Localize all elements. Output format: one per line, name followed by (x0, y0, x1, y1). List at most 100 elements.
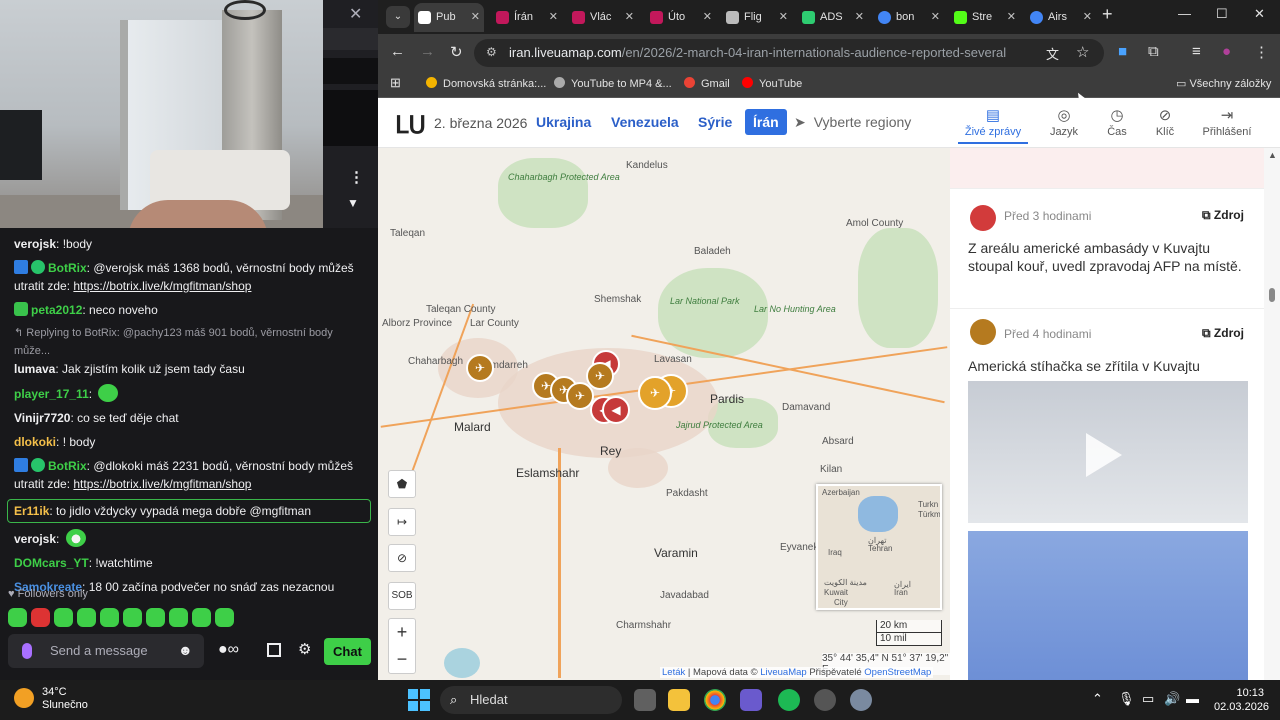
chat-username[interactable]: Vinijr7720 (14, 411, 70, 425)
tab[interactable]: Airs ✕ (1026, 3, 1096, 32)
source-link[interactable]: ⧉ Zdroj (1202, 326, 1244, 341)
close-tab-icon[interactable]: ✕ (471, 3, 480, 32)
tab-live-news[interactable]: ▤ Živé zprávy (958, 106, 1028, 144)
chat-username[interactable]: dlokoki (14, 435, 56, 449)
reply-context[interactable]: ↰ Replying to BotRix: @pachy123 máš 901 … (0, 322, 378, 360)
bookmark[interactable]: YouTube (742, 77, 802, 90)
tab[interactable]: Pub ✕ (414, 3, 484, 32)
close-tab-icon[interactable]: ✕ (855, 3, 864, 32)
emote-icon[interactable] (8, 608, 27, 627)
select-regions[interactable]: ➤ Vyberte regiony (794, 114, 911, 131)
tab-key[interactable]: ⊘ Klíč (1130, 106, 1200, 138)
source-link[interactable]: ⧉ Zdroj (1202, 208, 1244, 223)
close-tab-icon[interactable]: ✕ (549, 3, 558, 32)
chat-username[interactable]: DOMcars_YT (14, 556, 89, 570)
extensions-puzzle-icon[interactable]: ⧉ (1148, 43, 1159, 60)
forward-icon[interactable]: → (420, 43, 435, 60)
event-marker-icon[interactable]: ✈ (466, 354, 494, 382)
news-image[interactable] (968, 531, 1248, 680)
task-view-icon[interactable] (634, 689, 656, 711)
scrollbar-thumb[interactable] (1269, 288, 1275, 302)
clock[interactable]: 10:13 02.03.2026 (1214, 686, 1269, 714)
region-iran[interactable]: Írán (745, 109, 787, 135)
bookmark-star-icon[interactable]: ☆ (1076, 43, 1089, 61)
close-icon[interactable]: ✕ (349, 4, 362, 24)
region-syria[interactable]: Sýrie (698, 114, 732, 130)
close-tab-icon[interactable]: ✕ (931, 3, 940, 32)
settings-icon[interactable] (850, 689, 872, 711)
news-card-previous[interactable] (950, 148, 1264, 188)
tab-search-icon[interactable]: ⌄ (386, 6, 410, 28)
tray-chevron-icon[interactable]: ⌃ (1092, 691, 1103, 707)
profile-avatar-icon[interactable]: ● (1222, 43, 1231, 60)
tab[interactable]: Írán ✕ (492, 3, 562, 32)
emote-icon[interactable] (123, 608, 142, 627)
bookmark[interactable]: YouTube to MP4 &... (554, 77, 672, 90)
tab[interactable]: ADS ✕ (798, 3, 868, 32)
translate-icon[interactable]: 文 (1046, 44, 1059, 63)
emote-icon[interactable] (77, 608, 96, 627)
xbox-icon[interactable] (778, 689, 800, 711)
emoji-icon[interactable]: ☻ (178, 642, 193, 658)
emote-icon[interactable] (31, 608, 50, 627)
event-marker-icon[interactable]: ✈ (638, 376, 672, 410)
zoom-in-button[interactable]: + (389, 619, 415, 646)
emote-icon[interactable] (146, 608, 165, 627)
hide-layer-icon[interactable]: ⊘ (388, 544, 416, 572)
network-icon[interactable]: ▭ (1142, 691, 1154, 707)
chevron-down-icon[interactable]: ▼ (347, 196, 359, 210)
reload-icon[interactable]: ↻ (450, 43, 463, 61)
emote-icon[interactable] (54, 608, 73, 627)
tab-login[interactable]: ⇥ Přihlášení (1192, 106, 1262, 138)
close-window-icon[interactable]: ✕ (1254, 6, 1265, 22)
battery-icon[interactable]: ▬ (1186, 691, 1199, 706)
osm-link[interactable]: OpenStreetMap (864, 667, 931, 678)
measure-icon[interactable]: ↦ (388, 508, 416, 536)
liveuamap-link[interactable]: LiveuaMap (760, 667, 806, 678)
close-tab-icon[interactable]: ✕ (1007, 3, 1016, 32)
sob-button[interactable]: SOB (388, 582, 416, 610)
event-marker-icon[interactable]: ✈ (586, 362, 614, 390)
emote-icon[interactable] (215, 608, 234, 627)
site-info-icon[interactable]: ⚙ (486, 45, 497, 59)
news-item[interactable]: Před 4 hodinami ⧉ Zdroj Americká stíhačk… (950, 308, 1264, 680)
alert-marker-icon[interactable]: ◀ (602, 396, 630, 424)
media-control-icon[interactable]: ≡ (1192, 43, 1201, 60)
microphone-icon[interactable] (22, 643, 32, 659)
overview-minimap[interactable]: Azerbaijan Turkn Türkm تهران Tehran Iraq… (816, 484, 942, 610)
store-icon[interactable] (267, 643, 281, 657)
more-options-icon[interactable]: ⋮ (349, 168, 364, 186)
browser-menu-icon[interactable]: ⋮ (1254, 43, 1269, 61)
gear-icon[interactable]: ⚙ (298, 640, 311, 658)
emote-icon[interactable] (169, 608, 188, 627)
windows-start-icon[interactable] (408, 689, 430, 711)
app-icon[interactable] (814, 689, 836, 711)
extension-icon[interactable]: ■ (1118, 43, 1127, 60)
address-bar[interactable]: ⚙ iran.liveuamap.com/en/2026/2-march-04-… (474, 39, 1104, 67)
close-tab-icon[interactable]: ✕ (1083, 3, 1092, 32)
close-tab-icon[interactable]: ✕ (625, 3, 634, 32)
tab[interactable]: Stre ✕ (950, 3, 1020, 32)
tab[interactable]: Úto ✕ (646, 3, 716, 32)
chat-username[interactable]: verojsk (14, 532, 56, 546)
news-scrollbar[interactable]: ▲ (1264, 148, 1280, 680)
bookmark[interactable]: Domovská stránka:... (426, 77, 546, 90)
apps-grid-icon[interactable]: ⊞ (390, 75, 401, 91)
chat-username[interactable]: lumava (14, 362, 55, 376)
map[interactable]: Taleqan Chaharbagh Garmdarreh Malard Esl… (378, 148, 950, 680)
play-icon[interactable] (1086, 433, 1122, 477)
microphone-icon[interactable]: 🎙 (1118, 691, 1135, 707)
taskbar-search[interactable]: ⌕ Hledat (440, 686, 622, 714)
chat-username[interactable]: BotRix (48, 261, 87, 275)
all-bookmarks[interactable]: ▭ Všechny záložky (1176, 77, 1271, 90)
news-item[interactable]: Před 3 hodinami ⧉ Zdroj Z areálu americk… (950, 188, 1264, 308)
emote-icon[interactable] (192, 608, 211, 627)
tab[interactable]: Flig ✕ (722, 3, 792, 32)
news-video[interactable] (968, 381, 1248, 523)
leaflet-link[interactable]: Leták (662, 667, 685, 678)
draw-polygon-icon[interactable]: ⬟ (388, 470, 416, 498)
chat-username[interactable]: verojsk (14, 237, 56, 251)
back-icon[interactable]: ← (390, 43, 405, 60)
zoom-out-button[interactable]: − (389, 646, 415, 673)
chat-link[interactable]: https://botrix.live/k/mgfitman/shop (73, 477, 251, 491)
